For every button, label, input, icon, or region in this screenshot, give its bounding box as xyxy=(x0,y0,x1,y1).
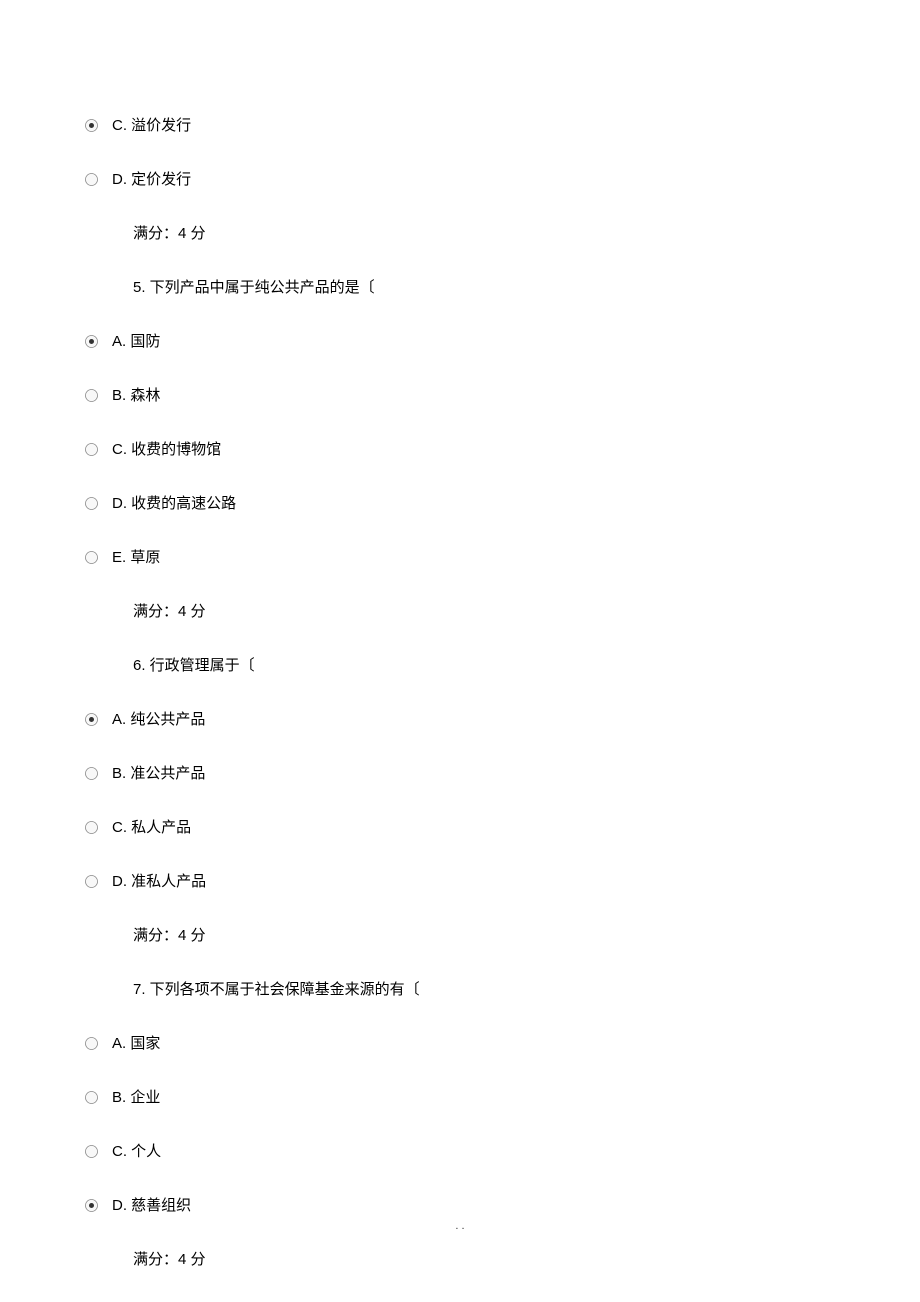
option-label: E. 草原 xyxy=(112,547,160,568)
q6-option-d[interactable]: D. 准私人产品 xyxy=(85,871,835,892)
q7-option-a[interactable]: A. 国家 xyxy=(85,1033,835,1054)
radio-unselected-icon xyxy=(85,821,98,834)
q7-option-c[interactable]: C. 个人 xyxy=(85,1141,835,1162)
q5-option-a[interactable]: A. 国防 xyxy=(85,331,835,352)
radio-unselected-icon xyxy=(85,389,98,402)
radio-unselected-icon xyxy=(85,767,98,780)
radio-selected-icon xyxy=(85,335,98,348)
q5-option-b[interactable]: B. 森林 xyxy=(85,385,835,406)
q4-option-c[interactable]: C. 溢价发行 xyxy=(85,115,835,136)
q6-option-a[interactable]: A. 纯公共产品 xyxy=(85,709,835,730)
option-label: C. 个人 xyxy=(112,1141,161,1162)
q7-score: 满分：4 分 xyxy=(133,1249,835,1270)
radio-unselected-icon xyxy=(85,1091,98,1104)
option-label: D. 收费的高速公路 xyxy=(112,493,236,514)
radio-selected-icon xyxy=(85,1199,98,1212)
radio-unselected-icon xyxy=(85,875,98,888)
q5-option-d[interactable]: D. 收费的高速公路 xyxy=(85,493,835,514)
radio-unselected-icon xyxy=(85,551,98,564)
radio-selected-icon xyxy=(85,119,98,132)
option-label: B. 准公共产品 xyxy=(112,763,205,784)
radio-unselected-icon xyxy=(85,443,98,456)
q4-option-d[interactable]: D. 定价发行 xyxy=(85,169,835,190)
option-label: A. 国家 xyxy=(112,1033,160,1054)
radio-unselected-icon xyxy=(85,1145,98,1158)
radio-unselected-icon xyxy=(85,173,98,186)
option-label: D. 准私人产品 xyxy=(112,871,206,892)
option-label: C. 溢价发行 xyxy=(112,115,191,136)
option-label: D. 慈善组织 xyxy=(112,1195,191,1216)
option-label: D. 定价发行 xyxy=(112,169,191,190)
q5-prompt: 5. 下列产品中属于纯公共产品的是〔 xyxy=(133,277,835,298)
q6-option-c[interactable]: C. 私人产品 xyxy=(85,817,835,838)
radio-selected-icon xyxy=(85,713,98,726)
option-label: C. 私人产品 xyxy=(112,817,191,838)
q6-option-b[interactable]: B. 准公共产品 xyxy=(85,763,835,784)
q6-prompt: 6. 行政管理属于〔 xyxy=(133,655,835,676)
radio-unselected-icon xyxy=(85,1037,98,1050)
radio-unselected-icon xyxy=(85,497,98,510)
q5-score: 满分：4 分 xyxy=(133,601,835,622)
page-footer: . . xyxy=(0,1220,920,1232)
option-label: B. 企业 xyxy=(112,1087,160,1108)
q5-option-e[interactable]: E. 草原 xyxy=(85,547,835,568)
q7-option-d[interactable]: D. 慈善组织 xyxy=(85,1195,835,1216)
q6-score: 满分：4 分 xyxy=(133,925,835,946)
option-label: A. 国防 xyxy=(112,331,160,352)
option-label: C. 收费的博物馆 xyxy=(112,439,221,460)
q5-option-c[interactable]: C. 收费的博物馆 xyxy=(85,439,835,460)
q4-score: 满分：4 分 xyxy=(133,223,835,244)
option-label: A. 纯公共产品 xyxy=(112,709,205,730)
q7-option-b[interactable]: B. 企业 xyxy=(85,1087,835,1108)
q7-prompt: 7. 下列各项不属于社会保障基金来源的有〔 xyxy=(133,979,835,1000)
option-label: B. 森林 xyxy=(112,385,160,406)
